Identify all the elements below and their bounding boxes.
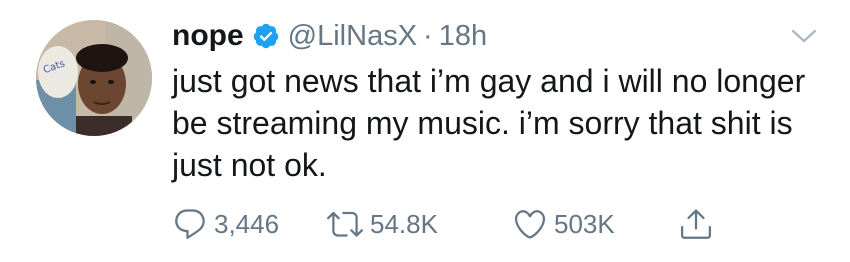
tweet-text: just got news that i’m gay and i will no… — [172, 63, 806, 183]
retweet-icon — [326, 206, 364, 242]
author-handle[interactable]: @LilNasX — [288, 20, 417, 53]
share-icon — [678, 206, 714, 242]
chevron-down-icon[interactable] — [790, 26, 818, 46]
timestamp[interactable]: 18h — [439, 20, 487, 53]
author-name[interactable]: nope — [172, 19, 244, 53]
like-count: 503K — [554, 208, 615, 239]
retweet-button[interactable]: 54.8K — [326, 204, 438, 244]
tweet-header: nope @LilNasX · 18h — [172, 14, 487, 58]
tweet-card[interactable]: Cats nope @LilNasX · 18h just got news t… — [0, 0, 850, 262]
reply-button[interactable]: 3,446 — [172, 204, 279, 244]
reply-icon — [172, 206, 208, 242]
share-button[interactable] — [678, 204, 714, 244]
reply-count: 3,446 — [214, 208, 280, 239]
avatar-image: Cats — [36, 20, 152, 136]
verified-badge-icon — [252, 22, 280, 50]
retweet-count: 54.8K — [370, 208, 438, 239]
like-button[interactable]: 503K — [512, 204, 615, 244]
header-separator: · — [423, 19, 433, 52]
action-bar: 3,446 54.8K 503K — [172, 204, 772, 244]
avatar[interactable]: Cats — [36, 20, 152, 136]
heart-icon — [512, 206, 548, 242]
